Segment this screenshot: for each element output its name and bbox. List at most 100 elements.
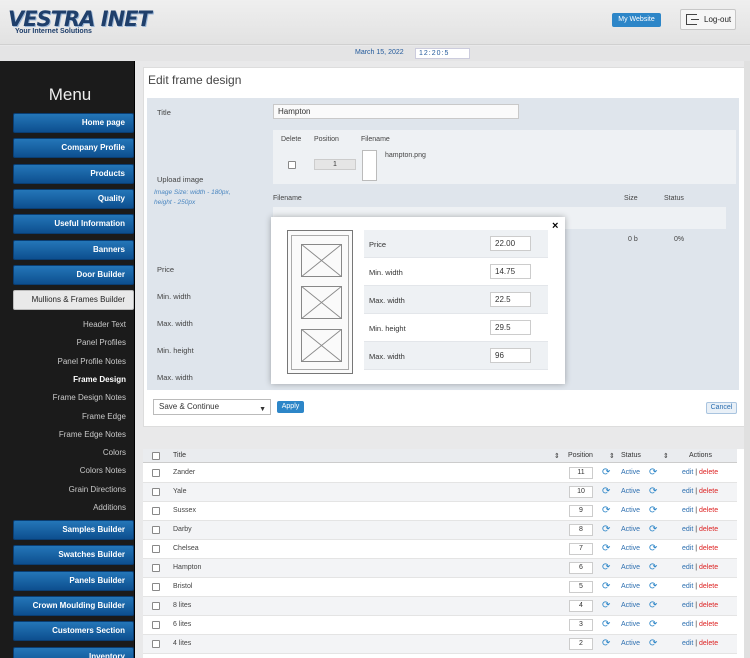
image-position-input[interactable]: 1	[314, 159, 356, 170]
row-checkbox[interactable]	[152, 564, 160, 572]
edit-link[interactable]: edit	[682, 488, 693, 495]
row-status[interactable]: Active	[621, 602, 640, 609]
refresh-icon[interactable]: ⟳	[602, 468, 612, 478]
row-position-input[interactable]: 7	[569, 543, 593, 555]
delete-checkbox[interactable]	[288, 161, 296, 169]
row-position-input[interactable]: 9	[569, 505, 593, 517]
title-column-header[interactable]: Title	[173, 452, 186, 459]
sidebar-subitem[interactable]: Panel Profiles	[13, 338, 126, 347]
cancel-button[interactable]: Cancel	[706, 402, 737, 414]
row-status[interactable]: Active	[621, 545, 640, 552]
refresh-icon[interactable]: ⟳	[649, 620, 659, 630]
sidebar-button[interactable]: Swatches Builder	[13, 545, 134, 566]
delete-link[interactable]: delete	[699, 545, 718, 552]
edit-link[interactable]: edit	[682, 621, 693, 628]
row-status[interactable]: Active	[621, 564, 640, 571]
row-checkbox[interactable]	[152, 469, 160, 477]
property-value-input[interactable]: 22.5	[490, 292, 531, 307]
refresh-icon[interactable]: ⟳	[649, 468, 659, 478]
edit-link[interactable]: edit	[682, 545, 693, 552]
sidebar-subitem[interactable]: Colors	[13, 448, 126, 457]
sort-icon[interactable]: ⇕	[554, 452, 560, 460]
refresh-icon[interactable]: ⟳	[602, 506, 612, 516]
refresh-icon[interactable]: ⟳	[602, 487, 612, 497]
refresh-icon[interactable]: ⟳	[649, 487, 659, 497]
refresh-icon[interactable]: ⟳	[649, 544, 659, 554]
row-status[interactable]: Active	[621, 507, 640, 514]
row-checkbox[interactable]	[152, 583, 160, 591]
row-status[interactable]: Active	[621, 469, 640, 476]
sidebar-subitem[interactable]: Frame Design	[13, 375, 126, 384]
delete-link[interactable]: delete	[699, 640, 718, 647]
row-checkbox[interactable]	[152, 640, 160, 648]
sidebar-button[interactable]: Quality	[13, 188, 134, 209]
sidebar-button[interactable]: Panels Builder	[13, 570, 134, 591]
refresh-icon[interactable]: ⟳	[602, 601, 612, 611]
property-value-input[interactable]: 96	[490, 348, 531, 363]
row-position-input[interactable]: 8	[569, 524, 593, 536]
row-status[interactable]: Active	[621, 621, 640, 628]
edit-link[interactable]: edit	[682, 564, 693, 571]
sidebar-button[interactable]: Home page	[13, 113, 134, 133]
status-column-header[interactable]: Status	[621, 452, 641, 459]
sidebar-subitem[interactable]: Additions	[13, 503, 126, 512]
refresh-icon[interactable]: ⟳	[649, 639, 659, 649]
delete-link[interactable]: delete	[699, 469, 718, 476]
row-status[interactable]: Active	[621, 488, 640, 495]
delete-link[interactable]: delete	[699, 564, 718, 571]
row-status[interactable]: Active	[621, 640, 640, 647]
sidebar-subitem[interactable]: Panel Profile Notes	[13, 357, 126, 366]
row-position-input[interactable]: 6	[569, 562, 593, 574]
my-website-button[interactable]: My Website	[612, 13, 661, 27]
sidebar-button[interactable]: Samples Builder	[13, 520, 134, 540]
refresh-icon[interactable]: ⟳	[602, 620, 612, 630]
sidebar-subitem[interactable]: Frame Edge Notes	[13, 430, 126, 439]
row-status[interactable]: Active	[621, 583, 640, 590]
refresh-icon[interactable]: ⟳	[649, 601, 659, 611]
delete-link[interactable]: delete	[699, 488, 718, 495]
row-position-input[interactable]: 11	[569, 467, 593, 479]
property-value-input[interactable]: 22.00	[490, 236, 531, 251]
sidebar-subitem[interactable]: Header Text	[13, 320, 126, 329]
refresh-icon[interactable]: ⟳	[649, 563, 659, 573]
edit-link[interactable]: edit	[682, 526, 693, 533]
title-input[interactable]: Hampton	[273, 104, 519, 119]
sidebar-subitem[interactable]: Colors Notes	[13, 466, 126, 475]
sidebar-button[interactable]: Crown Moulding Builder	[13, 595, 134, 616]
row-checkbox[interactable]	[152, 507, 160, 515]
refresh-icon[interactable]: ⟳	[649, 582, 659, 592]
edit-link[interactable]: edit	[682, 583, 693, 590]
close-icon[interactable]: ×	[552, 220, 558, 232]
refresh-icon[interactable]: ⟳	[649, 506, 659, 516]
row-checkbox[interactable]	[152, 488, 160, 496]
sidebar-button[interactable]: Company Profile	[13, 138, 134, 159]
row-position-input[interactable]: 5	[569, 581, 593, 593]
edit-link[interactable]: edit	[682, 602, 693, 609]
refresh-icon[interactable]: ⟳	[602, 544, 612, 554]
delete-link[interactable]: delete	[699, 583, 718, 590]
row-position-input[interactable]: 3	[569, 619, 593, 631]
apply-button[interactable]: Apply	[277, 401, 304, 413]
sidebar-button[interactable]: Useful Information	[13, 214, 134, 235]
logout-button[interactable]: Log-out	[680, 9, 736, 30]
page-scrollbar[interactable]	[744, 61, 750, 658]
sidebar-button[interactable]: Customers Section	[13, 621, 134, 642]
delete-link[interactable]: delete	[699, 526, 718, 533]
property-value-input[interactable]: 29.5	[490, 320, 531, 335]
row-checkbox[interactable]	[152, 526, 160, 534]
edit-link[interactable]: edit	[682, 469, 693, 476]
refresh-icon[interactable]: ⟳	[649, 525, 659, 535]
sidebar-subitem[interactable]: Frame Edge	[13, 412, 126, 421]
refresh-icon[interactable]: ⟳	[602, 563, 612, 573]
row-checkbox[interactable]	[152, 602, 160, 610]
delete-link[interactable]: delete	[699, 621, 718, 628]
row-checkbox[interactable]	[152, 545, 160, 553]
edit-link[interactable]: edit	[682, 640, 693, 647]
position-column-header[interactable]: Position	[568, 452, 593, 459]
sidebar-button[interactable]: Banners	[13, 239, 134, 260]
delete-link[interactable]: delete	[699, 507, 718, 514]
sort-icon[interactable]: ⇕	[663, 452, 669, 460]
delete-link[interactable]: delete	[699, 602, 718, 609]
refresh-icon[interactable]: ⟳	[602, 582, 612, 592]
property-value-input[interactable]: 14.75	[490, 264, 531, 279]
